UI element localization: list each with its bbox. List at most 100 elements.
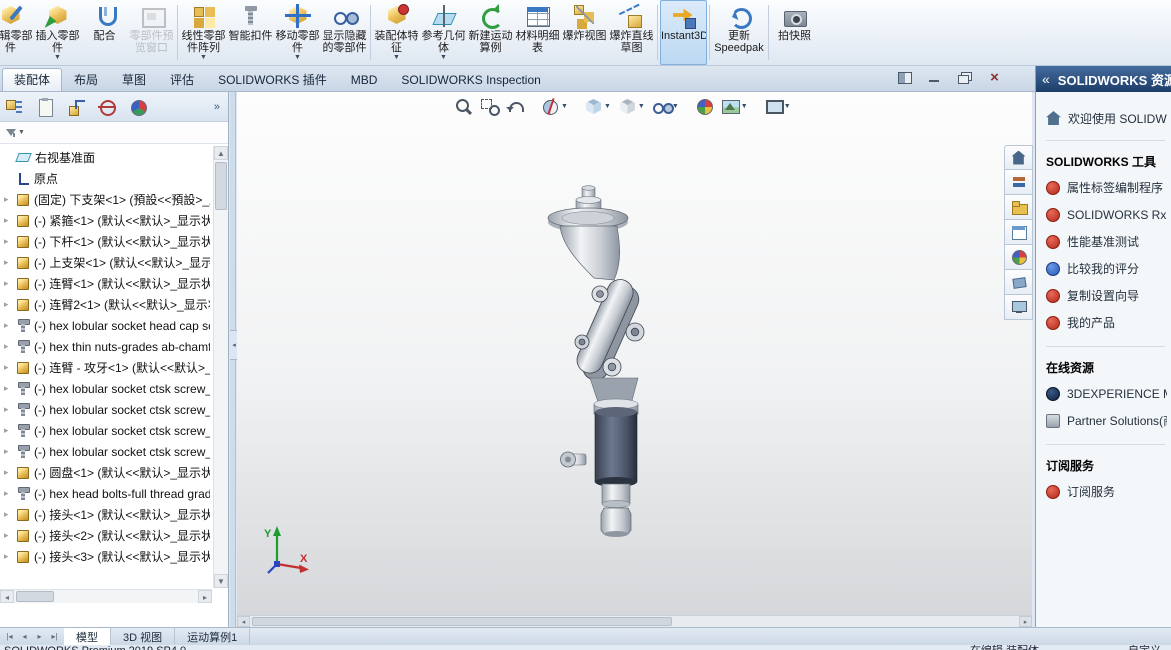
reference-geometry-button[interactable]: 参考几何体 ▼ — [420, 0, 467, 65]
scroll-down-icon[interactable]: ▼ — [214, 574, 228, 588]
scroll-up-icon[interactable]: ▲ — [214, 146, 228, 160]
tab-solidworks-addins[interactable]: SOLIDWORKS 插件 — [206, 68, 339, 91]
tree-vertical-scrollbar[interactable]: ▲ ▼ — [213, 146, 228, 588]
tree-item-component[interactable]: ▸ (-) hex thin nuts-grades ab-chamfere — [0, 336, 228, 357]
solidworks-rx-link[interactable]: SOLIDWORKS Rx — [1046, 201, 1167, 228]
move-component-button[interactable]: 移动零部件 ▼ — [274, 0, 321, 65]
dock-window-icon[interactable] — [896, 70, 913, 85]
close-window-icon[interactable]: × — [986, 70, 1003, 85]
tree-item-component[interactable]: ▸ (-) hex lobular socket ctsk screw_am — [0, 378, 228, 399]
tree-item-component[interactable]: ▸ (-) 上支架<1> (默认<<默认>_显示状态 1>) — [0, 252, 228, 273]
tree-item-component[interactable]: ▸ (-) 连臂2<1> (默认<<默认>_显示状态 1>) — [0, 294, 228, 315]
expand-arrow-icon[interactable]: ▸ — [4, 362, 15, 373]
expand-arrow-icon[interactable]: ▸ — [4, 446, 15, 457]
tree-item-component[interactable]: ▸ (-) hex head bolts-full thread grade a — [0, 483, 228, 504]
performance-benchmark-link[interactable]: 性能基准测试 — [1046, 228, 1167, 255]
zoom-to-area-button[interactable] — [478, 96, 501, 117]
expand-arrow-icon[interactable]: ▸ — [4, 341, 15, 352]
property-tab-builder-link[interactable]: 属性标签编制程序 — [1046, 174, 1167, 201]
expand-arrow-icon[interactable]: ▸ — [4, 467, 15, 478]
graphics-viewport[interactable]: ▼ ▼ ▼ ▼ ▼ ▼ Y X — [237, 92, 1032, 615]
my-products-link[interactable]: 我的产品 — [1046, 309, 1167, 336]
3d-views-tab[interactable]: 3D 视图 — [111, 628, 176, 645]
scroll-left-icon[interactable]: ◂ — [0, 590, 14, 603]
expand-arrow-icon[interactable]: ▸ — [4, 215, 15, 226]
scrollbar-thumb[interactable] — [16, 591, 54, 602]
solidworks-resources-tab[interactable] — [1004, 145, 1033, 170]
compare-my-score-link[interactable]: 比较我的评分 — [1046, 255, 1167, 282]
expand-arrow-icon[interactable]: ▸ — [4, 299, 15, 310]
design-library-tab[interactable] — [1004, 170, 1033, 195]
tree-item-component[interactable]: ▸ (-) hex lobular socket ctsk screw_am — [0, 399, 228, 420]
displaymanager-tab-icon[interactable] — [129, 98, 147, 116]
expand-arrow-icon[interactable]: ▸ — [4, 425, 15, 436]
scroll-left-icon[interactable]: ◂ — [237, 616, 250, 627]
expand-arrow-icon[interactable]: ▸ — [4, 257, 15, 268]
tree-item-component[interactable]: ▸ (-) hex lobular socket ctsk screw_am — [0, 441, 228, 462]
featuremanager-tab-icon[interactable] — [5, 98, 23, 116]
viewport-horizontal-scrollbar[interactable]: ◂ ▸ — [237, 615, 1032, 627]
exploded-view-button[interactable]: 爆炸视图 — [561, 0, 608, 65]
tab-solidworks-inspection[interactable]: SOLIDWORKS Inspection — [389, 68, 552, 91]
file-explorer-tab[interactable] — [1004, 195, 1033, 220]
configurationmanager-tab-icon[interactable] — [67, 98, 85, 116]
panel-tabs-overflow-icon[interactable]: » — [214, 101, 223, 113]
tree-item-component[interactable]: ▸ (固定) 下支架<1> (預設<<預設>_显示状态 1>) — [0, 189, 228, 210]
tree-item-component[interactable]: ▸ (-) 接头<1> (默认<<默认>_显示状态 1>) — [0, 504, 228, 525]
tree-item-component[interactable]: ▸ (-) 接头<2> (默认<<默认>_显示状态 1>) — [0, 525, 228, 546]
last-tab-icon[interactable]: ▸| — [48, 632, 61, 641]
display-style-button[interactable]: ▼ — [616, 96, 647, 117]
3d-model-prosthetic-knee-assembly[interactable] — [538, 182, 688, 542]
minimize-window-icon[interactable] — [926, 70, 943, 85]
tree-item-component[interactable]: ▸ (-) 连臂 - 攻牙<1> (默认<<默认>_显示 — [0, 357, 228, 378]
mate-button[interactable]: 配合 — [81, 0, 128, 65]
restore-window-icon[interactable] — [956, 70, 973, 85]
expand-arrow-icon[interactable]: ▸ — [4, 509, 15, 520]
next-tab-icon[interactable]: ▸ — [33, 632, 46, 641]
tree-item-component[interactable]: ▸ (-) hex lobular socket head cap screw — [0, 315, 228, 336]
expand-arrow-icon[interactable]: ▸ — [4, 278, 15, 289]
scroll-right-icon[interactable]: ▸ — [198, 590, 212, 603]
partner-solutions-link[interactable]: Partner Solutions(商城) — [1046, 407, 1167, 434]
zoom-to-fit-button[interactable] — [452, 96, 475, 117]
dimxpertmanager-tab-icon[interactable] — [98, 98, 116, 116]
view-palette-tab[interactable] — [1004, 220, 1033, 245]
edit-component-button[interactable]: 编辑零部件 — [0, 0, 34, 65]
view-settings-button[interactable]: ▼ — [762, 96, 793, 117]
section-view-button[interactable]: ▼ — [539, 96, 570, 117]
take-snapshot-button[interactable]: 拍快照 — [771, 0, 818, 65]
previous-view-button[interactable] — [504, 96, 527, 117]
copy-settings-wizard-link[interactable]: 复制设置向导 — [1046, 282, 1167, 309]
tree-item-component[interactable]: ▸ (-) 下杆<1> (默认<<默认>_显示状态 1>) — [0, 231, 228, 252]
welcome-link[interactable]: 欢迎使用 SOLIDWORKS — [1046, 106, 1167, 130]
expand-arrow-icon[interactable]: ▸ — [4, 530, 15, 541]
subscription-services-link[interactable]: 订阅服务 — [1046, 478, 1167, 505]
smart-fasteners-button[interactable]: 智能扣件 — [227, 0, 274, 65]
expand-arrow-icon[interactable]: ▸ — [4, 236, 15, 247]
apply-scene-button[interactable]: ▼ — [719, 96, 750, 117]
tab-assembly[interactable]: 装配体 — [2, 68, 63, 91]
model-tab[interactable]: 模型 — [64, 628, 111, 645]
component-preview-window-button[interactable]: 零部件预览窗口 — [128, 0, 175, 65]
bill-of-materials-button[interactable]: 材料明细表 — [514, 0, 561, 65]
edit-appearance-button[interactable] — [693, 96, 716, 117]
new-motion-study-button[interactable]: 新建运动算例 — [467, 0, 514, 65]
expand-arrow-icon[interactable]: ▸ — [4, 194, 15, 205]
appearances-scenes-tab[interactable] — [1004, 245, 1033, 270]
prev-tab-icon[interactable]: ◂ — [18, 632, 31, 641]
instant3d-button[interactable]: Instant3D — [660, 0, 707, 65]
marketplace-link[interactable]: 3DEXPERIENCE Marketplace — [1046, 380, 1167, 407]
show-hidden-components-button[interactable]: 显示隐藏的零部件 — [321, 0, 368, 65]
tree-item-plane[interactable]: 右视基准面 — [0, 147, 228, 168]
hide-show-items-button[interactable]: ▼ — [650, 96, 681, 117]
scrollbar-thumb[interactable] — [215, 162, 227, 210]
expand-arrow-icon[interactable]: ▸ — [4, 383, 15, 394]
motion-study-tab[interactable]: 运动算例1 — [175, 628, 251, 645]
tab-sketch[interactable]: 草图 — [110, 68, 158, 91]
insert-component-button[interactable]: 插入零部件 ▼ — [34, 0, 81, 65]
expand-arrow-icon[interactable]: ▸ — [4, 404, 15, 415]
update-speedpak-button[interactable]: 更新 Speedpak — [712, 0, 766, 65]
tree-item-component[interactable]: ▸ (-) 连臂<1> (默认<<默认>_显示状态 1>) — [0, 273, 228, 294]
tree-horizontal-scrollbar[interactable]: ◂ ▸ — [0, 589, 212, 603]
expand-arrow-icon[interactable]: ▸ — [4, 551, 15, 562]
